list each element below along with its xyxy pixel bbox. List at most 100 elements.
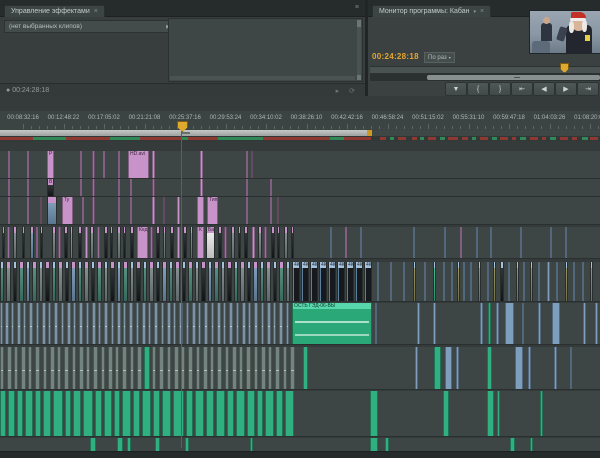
clip[interactable] bbox=[149, 262, 154, 301]
clip[interactable] bbox=[190, 227, 193, 258]
clip[interactable] bbox=[14, 347, 18, 389]
clip[interactable] bbox=[390, 262, 392, 301]
clip[interactable] bbox=[0, 262, 4, 301]
clip[interactable] bbox=[17, 303, 21, 344]
clip[interactable] bbox=[152, 151, 155, 178]
clip[interactable] bbox=[443, 262, 445, 301]
clip[interactable] bbox=[375, 303, 377, 344]
clip[interactable] bbox=[552, 303, 560, 344]
clip[interactable] bbox=[246, 347, 251, 389]
clip[interactable] bbox=[142, 391, 151, 436]
clip[interactable] bbox=[42, 303, 46, 344]
clip[interactable] bbox=[35, 391, 41, 436]
clip[interactable] bbox=[208, 262, 212, 301]
clip[interactable] bbox=[251, 151, 253, 178]
clip[interactable] bbox=[163, 197, 165, 224]
clip[interactable] bbox=[370, 438, 378, 451]
clip[interactable] bbox=[290, 347, 295, 389]
clip[interactable] bbox=[413, 262, 416, 301]
clip[interactable]: 4К bbox=[319, 262, 327, 301]
clip[interactable] bbox=[114, 391, 120, 436]
clip[interactable] bbox=[90, 227, 94, 258]
clip[interactable] bbox=[239, 347, 243, 389]
transport-step-back-button[interactable]: ◀ bbox=[533, 82, 555, 96]
tab-program-monitor[interactable]: Монитор программы: Кабан ▾ × bbox=[372, 5, 491, 17]
clip[interactable] bbox=[115, 347, 119, 389]
clip[interactable] bbox=[444, 227, 446, 258]
clip[interactable] bbox=[273, 262, 277, 301]
clip[interactable] bbox=[7, 227, 10, 258]
clip[interactable] bbox=[177, 227, 180, 258]
clip[interactable] bbox=[72, 347, 76, 389]
clip[interactable] bbox=[487, 347, 492, 389]
clip[interactable] bbox=[377, 262, 379, 301]
clip[interactable] bbox=[58, 262, 63, 301]
clip[interactable] bbox=[82, 197, 84, 224]
playhead-marker[interactable] bbox=[177, 121, 188, 132]
clip[interactable] bbox=[162, 262, 167, 301]
clip[interactable] bbox=[445, 347, 452, 389]
clip[interactable] bbox=[7, 347, 12, 389]
clip[interactable] bbox=[573, 262, 575, 301]
clip[interactable] bbox=[0, 303, 3, 344]
clip[interactable] bbox=[8, 391, 15, 436]
clip[interactable] bbox=[122, 347, 127, 389]
clip[interactable] bbox=[257, 391, 263, 436]
track-audio-4[interactable] bbox=[0, 438, 600, 452]
clip[interactable] bbox=[65, 391, 71, 436]
clip[interactable] bbox=[487, 262, 489, 301]
timeline-bottom-scrollbar[interactable] bbox=[0, 451, 600, 458]
clip[interactable] bbox=[487, 391, 494, 436]
clip[interactable] bbox=[231, 227, 235, 258]
clip[interactable] bbox=[224, 227, 227, 258]
clip[interactable] bbox=[403, 262, 405, 301]
clip[interactable] bbox=[161, 303, 164, 344]
clip[interactable] bbox=[2, 227, 5, 258]
fit-dropdown[interactable]: По раз ▾ bbox=[424, 52, 455, 63]
close-icon[interactable]: × bbox=[94, 8, 98, 15]
clip[interactable] bbox=[110, 227, 113, 258]
clip[interactable] bbox=[285, 391, 294, 436]
clip[interactable] bbox=[92, 151, 95, 178]
close-icon[interactable]: × bbox=[480, 8, 484, 15]
clip[interactable] bbox=[216, 391, 225, 436]
clip[interactable] bbox=[463, 262, 465, 301]
clip[interactable] bbox=[240, 262, 245, 301]
clip[interactable] bbox=[223, 303, 226, 344]
clip[interactable] bbox=[286, 303, 289, 344]
clip[interactable] bbox=[530, 438, 533, 451]
clip[interactable] bbox=[530, 262, 533, 301]
clip[interactable] bbox=[73, 391, 81, 436]
clip[interactable] bbox=[267, 303, 271, 344]
track-video-1b[interactable]: КедКБа bbox=[0, 227, 600, 259]
clip[interactable] bbox=[480, 303, 483, 344]
clip[interactable] bbox=[35, 347, 40, 389]
panel-menu-icon[interactable]: ≡ bbox=[355, 4, 359, 11]
clip[interactable] bbox=[108, 347, 113, 389]
clip[interactable] bbox=[8, 179, 10, 196]
clip[interactable] bbox=[291, 227, 294, 258]
clip[interactable] bbox=[232, 347, 237, 389]
clip[interactable] bbox=[457, 262, 460, 301]
clip[interactable] bbox=[27, 179, 29, 196]
clip[interactable] bbox=[58, 227, 61, 258]
clip[interactable] bbox=[61, 303, 64, 344]
clip[interactable] bbox=[13, 227, 17, 258]
monitor-scrollbar-handle[interactable] bbox=[427, 75, 600, 80]
clip[interactable] bbox=[183, 227, 187, 258]
clip[interactable] bbox=[385, 438, 389, 451]
clip[interactable] bbox=[236, 391, 245, 436]
clip[interactable] bbox=[30, 227, 34, 258]
clip[interactable] bbox=[417, 303, 420, 344]
clip[interactable]: 4К bbox=[328, 262, 336, 301]
monitor-scrollbar[interactable] bbox=[370, 74, 600, 81]
clip[interactable] bbox=[254, 347, 258, 389]
clip[interactable] bbox=[156, 262, 160, 301]
clip[interactable] bbox=[434, 347, 441, 389]
clip[interactable] bbox=[159, 347, 164, 389]
clip[interactable] bbox=[493, 262, 496, 301]
clip[interactable] bbox=[217, 303, 221, 344]
clip[interactable] bbox=[36, 303, 39, 344]
clip[interactable] bbox=[163, 227, 166, 258]
clip[interactable]: 4К bbox=[301, 262, 309, 301]
